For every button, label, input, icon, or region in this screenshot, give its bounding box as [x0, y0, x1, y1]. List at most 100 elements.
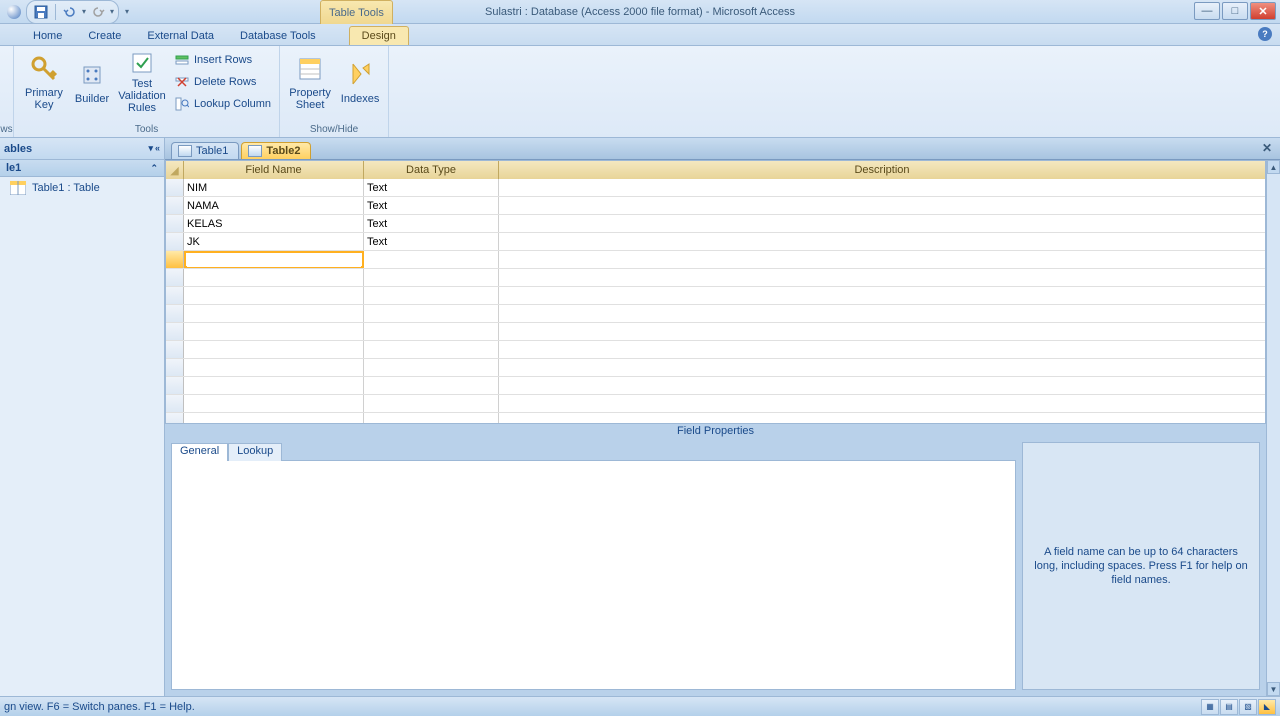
test-validation-button[interactable]: Test Validation Rules: [116, 48, 168, 114]
view-design-button[interactable]: ◣: [1258, 699, 1276, 715]
navpane-collapse-icon[interactable]: «: [155, 143, 160, 154]
row-selector[interactable]: [166, 413, 184, 423]
row-selector[interactable]: [166, 269, 184, 286]
data-type-cell[interactable]: Text: [364, 233, 499, 250]
undo-button[interactable]: [60, 2, 80, 22]
row-selector[interactable]: [166, 215, 184, 232]
doc-tab-table2[interactable]: Table2: [241, 142, 311, 159]
table-row[interactable]: [166, 359, 1265, 377]
vertical-scrollbar[interactable]: ▲ ▼: [1266, 160, 1280, 696]
data-type-cell[interactable]: [364, 251, 499, 268]
data-type-cell[interactable]: [364, 395, 499, 412]
table-row[interactable]: NAMAText: [166, 197, 1265, 215]
data-type-cell[interactable]: [364, 287, 499, 304]
col-description[interactable]: Description: [499, 161, 1265, 179]
field-name-cell[interactable]: [184, 377, 364, 394]
tab-create[interactable]: Create: [75, 26, 134, 45]
data-type-cell[interactable]: [364, 341, 499, 358]
field-name-cell[interactable]: NIM: [184, 179, 364, 196]
description-cell[interactable]: [499, 359, 1265, 376]
description-cell[interactable]: [499, 197, 1265, 214]
table-row[interactable]: [166, 377, 1265, 395]
description-cell[interactable]: [499, 413, 1265, 423]
data-type-cell[interactable]: [364, 323, 499, 340]
field-properties-body[interactable]: [171, 460, 1016, 690]
table-row[interactable]: NIMText: [166, 179, 1265, 197]
property-sheet-button[interactable]: Property Sheet: [286, 48, 334, 114]
data-type-cell[interactable]: Text: [364, 215, 499, 232]
field-name-cell[interactable]: [184, 359, 364, 376]
field-name-cell[interactable]: [184, 287, 364, 304]
office-button[interactable]: [4, 2, 24, 22]
table-row[interactable]: [166, 413, 1265, 423]
doc-tab-table1[interactable]: Table1: [171, 142, 239, 159]
row-selector[interactable]: [166, 287, 184, 304]
navpane-item-table1[interactable]: Table1 : Table: [0, 177, 164, 199]
views-button[interactable]: [6, 48, 7, 114]
row-selector[interactable]: [166, 395, 184, 412]
description-cell[interactable]: [499, 395, 1265, 412]
indexes-button[interactable]: Indexes: [338, 48, 382, 114]
col-field-name[interactable]: Field Name: [184, 161, 364, 179]
save-button[interactable]: [31, 2, 51, 22]
field-name-cell[interactable]: [184, 269, 364, 286]
description-cell[interactable]: [499, 233, 1265, 250]
close-tab-button[interactable]: ✕: [1260, 141, 1274, 155]
field-name-cell[interactable]: JK: [184, 233, 364, 250]
fp-tab-general[interactable]: General: [171, 443, 228, 461]
scroll-down-icon[interactable]: ▼: [1267, 682, 1280, 696]
row-selector[interactable]: [166, 359, 184, 376]
data-type-cell[interactable]: [364, 377, 499, 394]
help-button[interactable]: ?: [1258, 27, 1272, 41]
field-name-cell[interactable]: NAMA: [184, 197, 364, 214]
field-name-cell[interactable]: KELAS: [184, 215, 364, 232]
data-type-cell[interactable]: Text: [364, 179, 499, 196]
data-type-cell[interactable]: [364, 413, 499, 423]
data-type-cell[interactable]: [364, 359, 499, 376]
description-cell[interactable]: [499, 323, 1265, 340]
field-name-cell[interactable]: [184, 251, 364, 268]
tab-design[interactable]: Design: [349, 26, 409, 45]
navpane-dropdown-icon[interactable]: ▾: [148, 143, 153, 154]
row-selector[interactable]: [166, 179, 184, 196]
description-cell[interactable]: [499, 377, 1265, 394]
table-row[interactable]: [166, 269, 1265, 287]
row-selector[interactable]: [166, 197, 184, 214]
row-selector[interactable]: [166, 233, 184, 250]
field-name-cell[interactable]: [184, 395, 364, 412]
primary-key-button[interactable]: Primary Key: [20, 48, 68, 114]
tab-home[interactable]: Home: [20, 26, 75, 45]
field-name-cell[interactable]: [184, 341, 364, 358]
row-selector[interactable]: [166, 341, 184, 358]
redo-button[interactable]: [88, 2, 108, 22]
builder-button[interactable]: Builder: [72, 48, 112, 114]
table-row[interactable]: KELASText: [166, 215, 1265, 233]
row-selector[interactable]: [166, 251, 184, 268]
data-type-cell[interactable]: Text: [364, 197, 499, 214]
data-type-cell[interactable]: [364, 305, 499, 322]
table-row[interactable]: [166, 305, 1265, 323]
navpane-header[interactable]: ables ▾ «: [0, 138, 164, 160]
view-datasheet-button[interactable]: ▦: [1201, 699, 1219, 715]
row-selector[interactable]: [166, 377, 184, 394]
fp-tab-lookup[interactable]: Lookup: [228, 443, 282, 461]
description-cell[interactable]: [499, 251, 1265, 268]
data-type-cell[interactable]: [364, 269, 499, 286]
table-row[interactable]: [166, 341, 1265, 359]
close-button[interactable]: ✕: [1250, 2, 1276, 20]
table-row[interactable]: [166, 395, 1265, 413]
description-cell[interactable]: [499, 215, 1265, 232]
field-name-cell[interactable]: [184, 323, 364, 340]
description-cell[interactable]: [499, 305, 1265, 322]
table-row[interactable]: [166, 287, 1265, 305]
tab-database-tools[interactable]: Database Tools: [227, 26, 329, 45]
table-row[interactable]: [166, 323, 1265, 341]
view-pivottable-button[interactable]: ▤: [1220, 699, 1238, 715]
field-name-cell[interactable]: [184, 413, 364, 423]
row-selector-header[interactable]: ◢: [166, 161, 184, 179]
table-row-current[interactable]: [166, 251, 1265, 269]
field-name-cell[interactable]: [184, 305, 364, 322]
tab-external-data[interactable]: External Data: [134, 26, 227, 45]
maximize-button[interactable]: □: [1222, 2, 1248, 20]
lookup-column-button[interactable]: Lookup Column: [172, 94, 273, 114]
